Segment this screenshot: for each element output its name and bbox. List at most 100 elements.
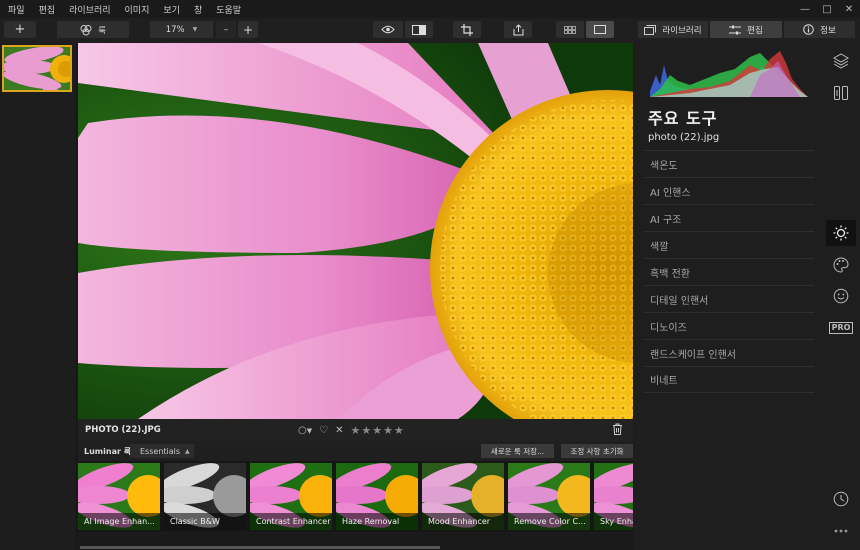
zoom-in-button[interactable]: + (238, 21, 258, 38)
tab-edit-label: 편집 (747, 25, 763, 36)
sun-icon[interactable] (826, 220, 856, 246)
tool-item[interactable]: 랜드스케이프 인핸서 (644, 339, 814, 366)
chevron-up-icon: ▲ (185, 447, 190, 455)
menu-image[interactable]: 이미지 (125, 3, 150, 16)
looks-bar-label: Luminar 룩: (84, 447, 135, 456)
look-thumbnail[interactable]: Classic B&W (164, 463, 246, 530)
looks-button[interactable]: 룩 (57, 21, 129, 38)
look-thumbnail[interactable]: Remove Color C... (508, 463, 590, 530)
image-filename: PHOTO (22).JPG (85, 425, 161, 435)
layers-icon[interactable] (831, 51, 851, 71)
trash-icon[interactable] (612, 423, 623, 438)
panel-title: 주요 도구 (648, 109, 718, 128)
tool-item[interactable]: 디테일 인핸서 (644, 285, 814, 312)
image-info-bar: PHOTO (22).JPG ○▼ ♡ ✕ ★★★★★ (78, 419, 633, 441)
photo-canvas[interactable] (78, 43, 633, 419)
plus-icon: + (242, 22, 254, 37)
panel-tabs: 라이브러리 편집 정보 (634, 18, 860, 43)
color-label-icon[interactable]: ○▼ (298, 425, 312, 436)
tool-item[interactable]: AI 인핸스 (644, 177, 814, 204)
edit-panel: 주요 도구 photo (22).jpg 색온도 AI 인핸스 AI 구조 색깔… (634, 43, 822, 550)
looks-strip: AI Image Enhan... Classic B&W Contrast E… (78, 461, 633, 532)
menu-view[interactable]: 보기 (163, 3, 180, 16)
window-controls: — □ ✕ (794, 0, 860, 18)
more-icon[interactable] (831, 521, 851, 541)
single-view-button[interactable] (586, 21, 614, 38)
face-icon[interactable] (831, 286, 851, 306)
reset-adjustments-button[interactable]: 조정 사항 초기화 (561, 444, 633, 458)
tab-library-label: 라이브러리 (662, 25, 702, 36)
tool-item[interactable]: 색깔 (644, 231, 814, 258)
clock-icon[interactable] (831, 489, 851, 509)
look-name: Mood Enhancer (422, 513, 504, 530)
share-icon (513, 23, 523, 35)
menu-help[interactable]: 도움말 (216, 3, 241, 16)
look-thumbnail[interactable]: Haze Removal (336, 463, 418, 530)
star-rating[interactable]: ★★★★★ (350, 424, 404, 437)
menu-library[interactable]: 라이브러리 (69, 3, 110, 16)
pro-label: PRO (828, 322, 854, 334)
split-view-icon (412, 24, 426, 35)
tab-info-label: 정보 (820, 25, 836, 36)
tool-item[interactable]: 흑백 전환 (644, 258, 814, 285)
zoom-out-button[interactable]: – (216, 21, 236, 38)
look-thumbnail[interactable]: Contrast Enhancer (250, 463, 332, 530)
looks-collection-select[interactable]: Essentials ▲ (130, 444, 194, 458)
panel-filename: photo (22).jpg (648, 132, 720, 143)
minus-icon: – (223, 24, 229, 35)
tool-item[interactable]: 비네트 (644, 366, 814, 393)
palette-icon[interactable] (831, 255, 851, 275)
reject-icon[interactable]: ✕ (335, 425, 343, 436)
tab-edit[interactable]: 편집 (710, 21, 782, 38)
eye-icon (381, 25, 395, 34)
grid-icon (564, 25, 576, 34)
tab-library[interactable]: 라이브러리 (638, 21, 708, 38)
filmstrip-thumbnail-selected[interactable] (2, 45, 72, 92)
zoom-select[interactable]: 17% ▼ (150, 21, 213, 38)
preview-button[interactable] (373, 21, 403, 38)
share-button[interactable] (504, 21, 532, 38)
panel-icon-bar: PRO (822, 43, 860, 550)
single-view-icon (594, 25, 606, 34)
minimize-icon[interactable]: — (794, 0, 816, 18)
look-name: AI Image Enhan... (78, 513, 160, 530)
tool-item[interactable]: 색온도 (644, 150, 814, 177)
look-name: Remove Color C... (508, 513, 590, 530)
look-thumbnail[interactable]: AI Image Enhan... (78, 463, 160, 530)
looks-scrollbar[interactable] (78, 533, 633, 550)
tool-item[interactable]: AI 구조 (644, 204, 814, 231)
compare-split-button[interactable] (405, 21, 433, 38)
filmstrip (0, 43, 77, 550)
crop-icon (461, 23, 473, 36)
sliders-icon (729, 25, 742, 34)
tool-item[interactable]: 디노이즈 (644, 312, 814, 339)
look-name: Classic B&W (164, 513, 246, 530)
heart-icon[interactable]: ♡ (319, 425, 328, 436)
close-icon[interactable]: ✕ (838, 0, 860, 18)
looks-label: 룩 (98, 25, 106, 36)
info-icon (803, 24, 814, 35)
crop-button[interactable] (453, 21, 481, 38)
look-thumbnail[interactable]: Mood Enhancer (422, 463, 504, 530)
menu-bar: 파일 편집 라이브러리 이미지 보기 창 도움말 — □ ✕ (0, 0, 860, 18)
grid-view-button[interactable] (556, 21, 584, 38)
add-button[interactable]: + (4, 21, 36, 38)
menu-edit[interactable]: 편집 (39, 3, 56, 16)
looks-bar: Luminar 룩: Essentials ▲ 새로운 룩 저장... 조정 사… (78, 441, 633, 461)
tool-list: 색온도 AI 인핸스 AI 구조 색깔 흑백 전환 디테일 인핸서 디노이즈 랜… (644, 150, 814, 393)
look-name: Sky Enha (594, 513, 633, 530)
looks-collection-value: Essentials (140, 446, 181, 456)
main-photo (78, 43, 633, 419)
chevron-down-icon: ▼ (192, 26, 198, 33)
zoom-value: 17% (165, 24, 185, 35)
save-look-button[interactable]: 새로운 룩 저장... (481, 444, 554, 458)
menu-file[interactable]: 파일 (8, 3, 25, 16)
pro-badge[interactable]: PRO (828, 318, 854, 338)
compare-icon[interactable] (831, 83, 851, 103)
scrollbar-thumb[interactable] (80, 546, 440, 549)
look-thumbnail[interactable]: Sky Enha (594, 463, 633, 530)
look-name: Contrast Enhancer (250, 513, 332, 530)
menu-window[interactable]: 창 (194, 3, 202, 16)
tab-info[interactable]: 정보 (784, 21, 855, 38)
maximize-icon[interactable]: □ (816, 0, 838, 18)
